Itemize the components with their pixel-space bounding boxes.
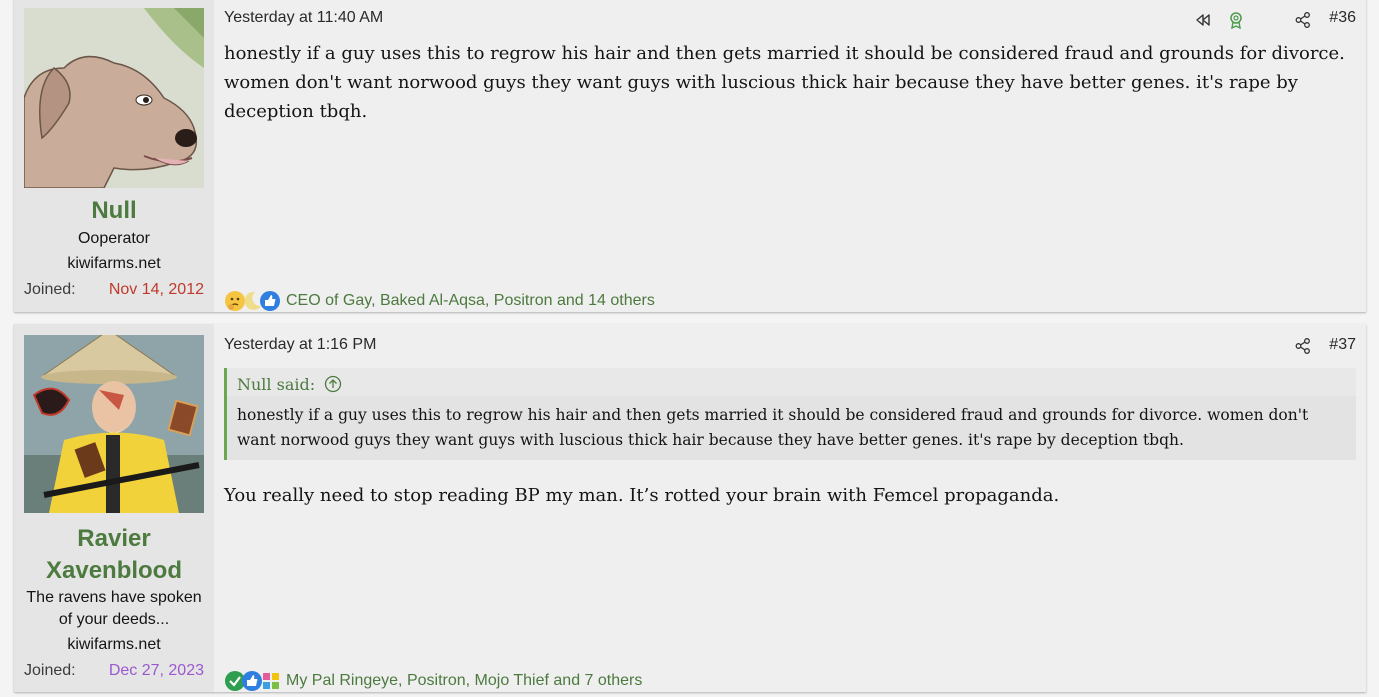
user-panel: Null Ooperator kiwifarms.net Joined: Nov… — [14, 0, 214, 312]
avatar[interactable] — [24, 8, 204, 188]
jump-to-quote-icon[interactable] — [324, 375, 342, 393]
user-site: kiwifarms.net — [67, 255, 161, 272]
user-title: The ravens have spoken of your deeds... — [26, 589, 202, 628]
reaction-icons[interactable] — [224, 290, 284, 312]
reaction-others-link[interactable]: 7 others — [585, 672, 643, 689]
reactions-bar[interactable]: CEO of Gay, Baked Al-Aqsa, Positron and … — [224, 290, 655, 312]
reaction-user-link[interactable]: My Pal Ringeye — [286, 672, 398, 689]
joined-row: Joined: Nov 14, 2012 — [24, 279, 204, 301]
post-main: Yesterday at 11:40 AM #36 honestly if a … — [214, 0, 1366, 312]
joined-label: Joined: — [24, 662, 76, 679]
post-number[interactable]: #36 — [1329, 9, 1356, 27]
joined-date: Nov 14, 2012 — [108, 281, 204, 298]
reaction-others-link[interactable]: 14 others — [588, 292, 655, 309]
reaction-user-link[interactable]: Positron — [407, 672, 466, 689]
dog-avatar-image — [24, 8, 204, 188]
share-icon[interactable] — [1294, 11, 1312, 29]
quote-header[interactable]: Null said: — [227, 368, 1356, 396]
post-date[interactable]: Yesterday at 11:40 AM — [224, 9, 383, 27]
thumbs-up-icon — [260, 291, 280, 311]
reaction-user-link[interactable]: Mojo Thief — [475, 672, 549, 689]
post-37: Ravier Xavenblood The ravens have spoken… — [14, 324, 1366, 692]
user-title: Ooperator — [77, 230, 151, 247]
user-site: kiwifarms.net — [67, 636, 161, 653]
post-date[interactable]: Yesterday at 1:16 PM — [224, 336, 376, 354]
reaction-user-link[interactable]: CEO of Gay — [286, 292, 371, 309]
joined-date: Dec 27, 2023 — [108, 662, 204, 679]
user-panel: Ravier Xavenblood The ravens have spoken… — [14, 324, 214, 692]
rewind-icon[interactable] — [1194, 11, 1212, 29]
raven-figure-avatar-image — [24, 335, 204, 513]
quote-text: honestly if a guy uses this to regrow hi… — [237, 406, 1309, 449]
quote-block: Null said: honestly if a guy uses this t… — [224, 368, 1356, 460]
conjunction: and — [556, 292, 584, 309]
reaction-user-link[interactable]: Positron — [494, 292, 553, 309]
reaction-user-link[interactable]: Baked Al-Aqsa — [380, 292, 485, 309]
avatar[interactable] — [24, 335, 204, 513]
conjunction: and — [553, 672, 581, 689]
username[interactable]: Ravier Xavenblood — [14, 523, 214, 587]
post-main: Yesterday at 1:16 PM #37 Null said: hone… — [214, 324, 1366, 692]
joined-label: Joined: — [24, 281, 76, 298]
username[interactable]: Null — [14, 195, 214, 227]
reaction-icons[interactable] — [224, 670, 284, 692]
post-body: honestly if a guy uses this to regrow hi… — [224, 43, 1345, 122]
quote-author[interactable]: Null said: — [237, 375, 315, 394]
puzzle-icon — [263, 673, 279, 689]
joined-row: Joined: Dec 27, 2023 — [24, 660, 204, 682]
post-number[interactable]: #37 — [1329, 336, 1356, 354]
share-icon[interactable] — [1294, 337, 1312, 355]
reactions-bar[interactable]: My Pal Ringeye, Positron, Mojo Thief and… — [224, 670, 642, 692]
award-icon[interactable] — [1227, 11, 1245, 29]
post-36: Null Ooperator kiwifarms.net Joined: Nov… — [14, 0, 1366, 312]
post-body: You really need to stop reading BP my ma… — [224, 485, 1060, 506]
